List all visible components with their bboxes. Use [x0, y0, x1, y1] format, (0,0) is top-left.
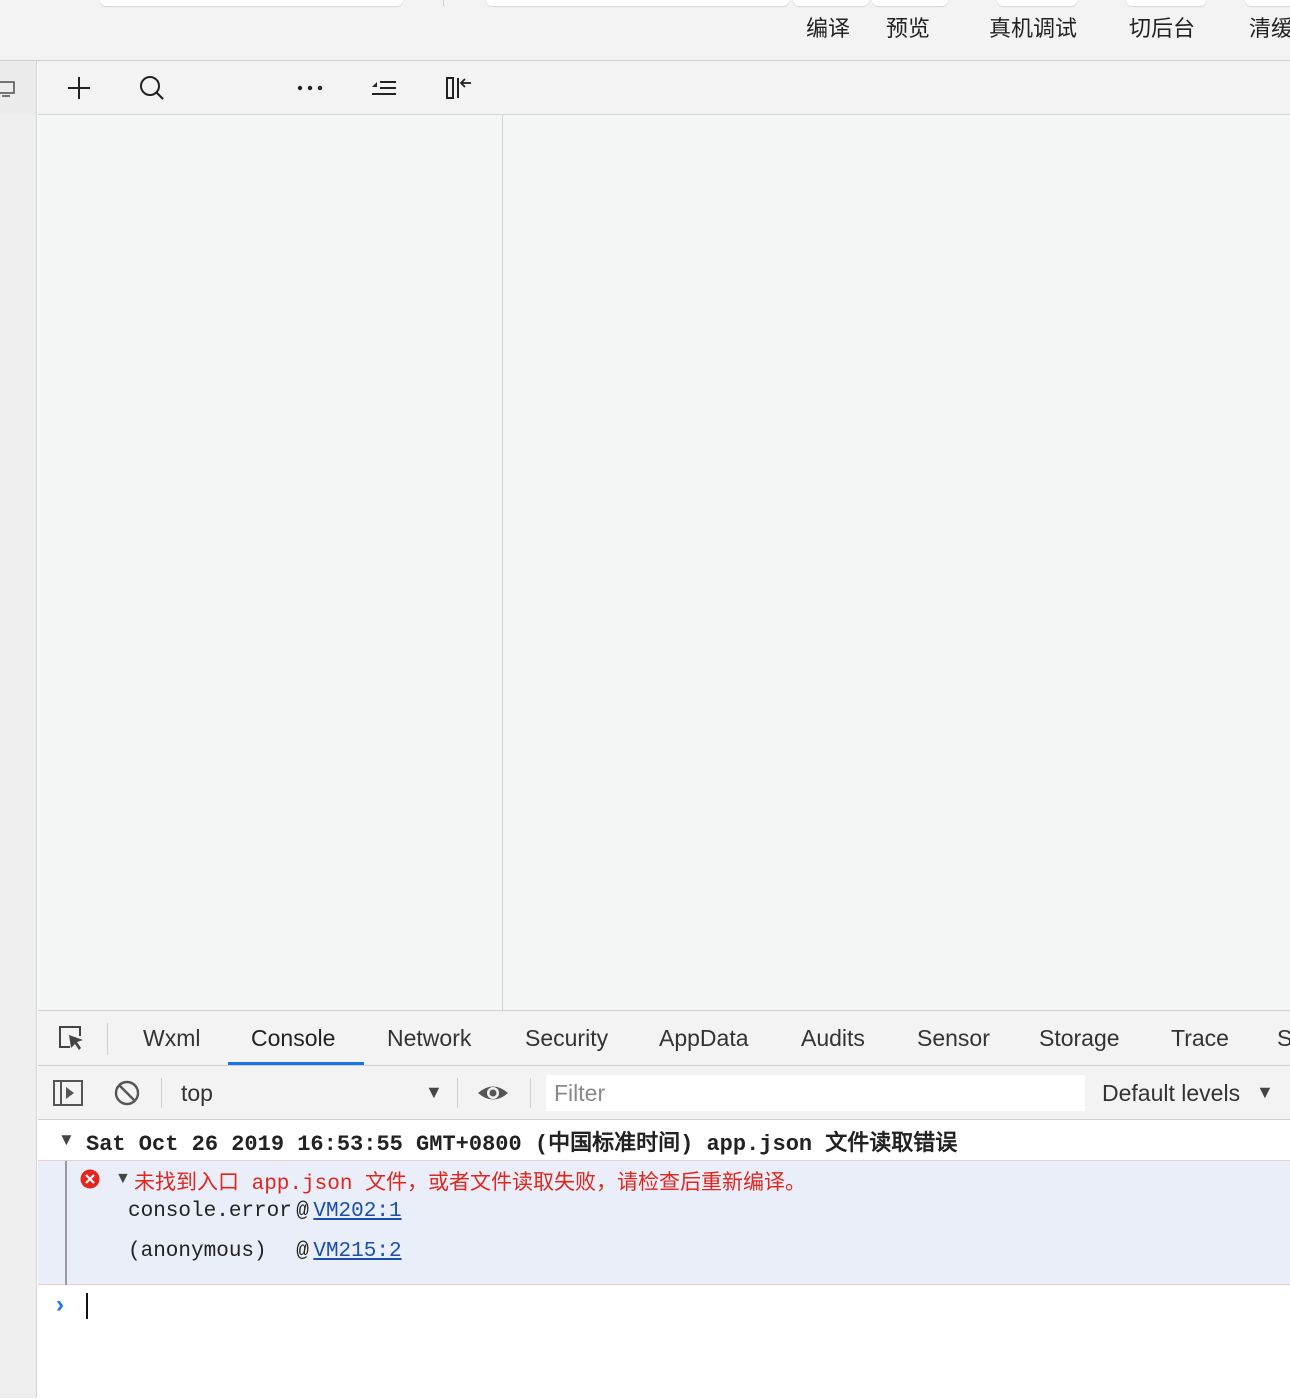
preview-button[interactable]: 预览	[886, 12, 930, 46]
file-tree-toolbar	[38, 61, 503, 115]
console-prompt[interactable]: ›	[38, 1285, 1290, 1399]
tab-wxml[interactable]: Wxml	[143, 1011, 200, 1065]
chevron-down-icon: ▼	[1256, 1082, 1274, 1102]
toolbar-divider	[161, 1078, 162, 1108]
active-tab-indicator	[228, 1062, 364, 1065]
search-icon[interactable]	[137, 73, 167, 103]
context-select-value: top	[181, 1080, 213, 1106]
preview-icon-slot	[872, 0, 948, 6]
compile-icon-slot	[793, 0, 869, 6]
remote-debug-icon-slot	[997, 0, 1077, 6]
compile-button[interactable]: 编译	[806, 12, 850, 46]
stack-frame: (anonymous) @ VM215:2	[128, 1240, 402, 1263]
simulator-edge	[0, 61, 37, 1398]
filter-input[interactable]	[546, 1075, 1085, 1111]
hide-panel-icon[interactable]	[443, 73, 473, 103]
stack-at: @	[296, 1200, 309, 1223]
tab-divider	[107, 1023, 108, 1055]
stack-function: (anonymous)	[128, 1240, 292, 1263]
simulator-selector[interactable]	[100, 0, 403, 6]
remote-debug-button[interactable]: 真机调试	[989, 12, 1077, 46]
expand-triangle-icon[interactable]: ▼	[58, 1130, 75, 1150]
error-icon	[80, 1169, 100, 1189]
tab-trace[interactable]: Trace	[1171, 1011, 1229, 1065]
file-tree-panel	[38, 61, 503, 1010]
editor-tab-bar	[503, 61, 1290, 115]
prompt-chevron-icon: ›	[56, 1291, 64, 1318]
error-text: 未找到入口 app.json 文件，或者文件读取失败，请检查后重新编译。	[134, 1173, 807, 1196]
show-sidebar-icon[interactable]	[52, 1077, 84, 1109]
tab-audits[interactable]: Audits	[801, 1011, 865, 1065]
text-caret	[86, 1293, 88, 1319]
stack-at: @	[296, 1240, 309, 1263]
console-error-message: ▼ 未找到入口 app.json 文件，或者文件读取失败，请检查后重新编译。 c…	[38, 1161, 1290, 1285]
clear-cache-button[interactable]: 清缓	[1249, 12, 1290, 46]
devtools-tab-bar: Wxml Console Network Security AppData Au…	[38, 1011, 1290, 1066]
more-icon[interactable]	[295, 73, 325, 103]
tab-security[interactable]: Security	[525, 1011, 608, 1065]
tab-overflow[interactable]: S	[1277, 1011, 1290, 1065]
inspect-element-icon[interactable]	[56, 1023, 86, 1053]
group-indent-line	[65, 1161, 67, 1285]
stack-source-link[interactable]: VM215:2	[313, 1240, 401, 1263]
console-toolbar: top ▼ Default levels ▼	[38, 1066, 1290, 1120]
toolbar-divider	[443, 0, 444, 6]
background-button[interactable]: 切后台	[1129, 12, 1195, 46]
console-group-header[interactable]: ▼ Sat Oct 26 2019 16:53:55 GMT+0800 (中国标…	[38, 1121, 1290, 1161]
toolbar-divider	[457, 1078, 458, 1108]
tab-storage[interactable]: Storage	[1039, 1011, 1120, 1065]
tab-console[interactable]: Console	[251, 1011, 335, 1065]
chevron-down-icon: ▼	[425, 1082, 443, 1102]
stack-function: console.error	[128, 1200, 292, 1223]
context-select[interactable]: top ▼	[170, 1074, 446, 1112]
tab-network[interactable]: Network	[387, 1011, 471, 1065]
compile-mode-selector[interactable]	[486, 0, 789, 6]
toolbar-divider	[530, 1078, 531, 1108]
clear-console-icon[interactable]	[112, 1078, 142, 1108]
expand-triangle-icon[interactable]: ▼	[115, 1170, 131, 1188]
log-levels-label: Default levels	[1102, 1080, 1241, 1106]
top-toolbar: 编译 预览 真机调试 切后台 清缓	[0, 0, 1290, 61]
stack-frame: console.error @ VM202:1	[128, 1200, 402, 1223]
device-icon[interactable]	[0, 79, 16, 99]
tab-sensor[interactable]: Sensor	[917, 1011, 990, 1065]
stack-source-link[interactable]: VM202:1	[313, 1200, 401, 1223]
tab-appdata[interactable]: AppData	[659, 1011, 749, 1065]
add-file-icon[interactable]	[64, 73, 94, 103]
log-levels-select[interactable]: Default levels ▼	[1102, 1074, 1282, 1112]
simulator-body	[0, 115, 36, 1398]
background-icon-slot	[1126, 0, 1206, 6]
collapse-all-icon[interactable]	[369, 73, 399, 103]
clear-cache-icon-slot	[1245, 0, 1290, 6]
devtools-panel: Wxml Console Network Security AppData Au…	[38, 1010, 1290, 1398]
live-expression-eye-icon[interactable]	[475, 1078, 511, 1108]
editor-area	[503, 61, 1290, 1010]
group-header-text: Sat Oct 26 2019 16:53:55 GMT+0800 (中国标准时…	[86, 1132, 958, 1157]
